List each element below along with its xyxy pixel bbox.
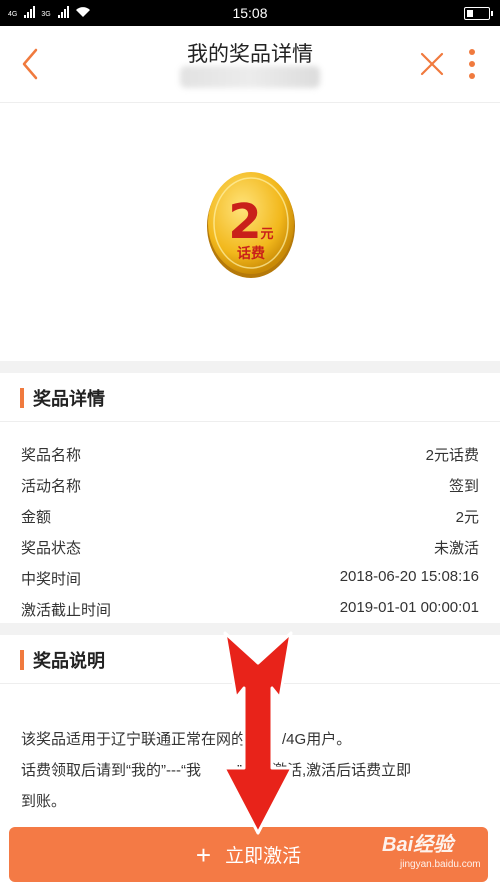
watermark-logo: Bai经验	[382, 834, 454, 856]
detail-value: 2元	[455, 509, 479, 526]
more-options-icon[interactable]	[462, 44, 482, 84]
plus-icon: +	[195, 839, 212, 870]
detail-row: 奖品状态 未激活	[0, 531, 500, 562]
detail-row: 激活截止时间 2019-01-01 00:00:01	[0, 593, 500, 624]
detail-row: 活动名称 签到	[0, 469, 500, 500]
blurred-subtitle	[180, 66, 320, 88]
clock: 15:08	[232, 5, 268, 21]
close-icon[interactable]	[416, 46, 448, 82]
description-section-title: 奖品说明	[33, 651, 105, 671]
detail-label: 金额	[21, 509, 52, 526]
coin-amount: 2	[228, 194, 261, 250]
details-section-header: 奖品详情	[0, 373, 500, 422]
details-section-title: 奖品详情	[33, 389, 105, 409]
detail-label: 中奖时间	[21, 571, 82, 588]
section-divider	[0, 361, 500, 373]
detail-label: 奖品状态	[21, 540, 82, 557]
section-accent-bar	[20, 388, 24, 408]
detail-value: 2019-01-01 00:00:01	[339, 599, 479, 616]
detail-label: 活动名称	[21, 478, 82, 495]
detail-value: 2元话费	[425, 447, 479, 464]
activate-button-label: 立即激活	[225, 846, 302, 867]
status-bar: 4G 3G 15:08	[0, 0, 500, 26]
watermark-url: jingyan.baidu.com	[400, 859, 481, 870]
detail-row: 金额 2元	[0, 500, 500, 531]
coin-unit: 元	[260, 227, 273, 242]
detail-value: 未激活	[433, 540, 479, 557]
nav-bar: 我的奖品详情	[0, 26, 500, 103]
detail-label: 激活截止时间	[21, 602, 112, 619]
annotation-arrow-icon	[222, 631, 294, 835]
detail-value: 2018-06-20 15:08:16	[339, 568, 479, 585]
detail-row: 中奖时间 2018-06-20 15:08:16	[0, 562, 500, 593]
section-accent-bar	[20, 650, 24, 670]
prize-coin-icon: 2 元 话费	[207, 172, 295, 278]
coin-label: 话费	[237, 245, 265, 262]
detail-label: 奖品名称	[21, 447, 82, 464]
battery-icon	[464, 7, 493, 20]
baidu-watermark: Bai经验 jingyan.baidu.com	[382, 828, 481, 870]
details-list: 奖品名称 2元话费 活动名称 签到 金额 2元 奖品状态 未激活 中奖时间 20…	[0, 438, 500, 624]
detail-value: 签到	[448, 478, 479, 495]
detail-row: 奖品名称 2元话费	[0, 438, 500, 469]
